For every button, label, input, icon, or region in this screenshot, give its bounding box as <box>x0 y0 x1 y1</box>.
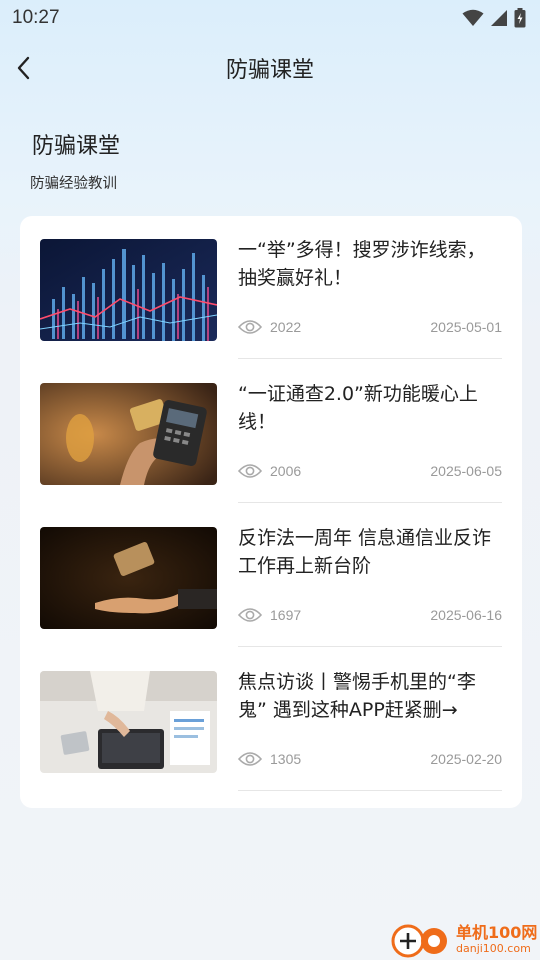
article-item[interactable]: 反诈法一周年 信息通信业反诈工作再上新台阶 1697 2025-06-16 <box>40 524 502 648</box>
divider <box>238 358 502 359</box>
article-meta: 1305 2025-02-20 <box>238 748 502 770</box>
eye-icon <box>238 608 262 622</box>
wifi-icon <box>462 9 484 26</box>
watermark-name: 单机100网 <box>456 922 538 942</box>
article-date: 2025-06-05 <box>430 463 502 479</box>
eye-icon <box>238 752 262 766</box>
nav-bar: 防骗课堂 <box>0 46 540 90</box>
divider <box>238 790 502 791</box>
eye-icon <box>238 464 262 478</box>
section-subtitle: 防骗经验教训 <box>30 176 117 192</box>
article-thumbnail <box>40 527 217 629</box>
view-count: 1305 <box>270 751 302 767</box>
status-time: 10:27 <box>12 7 60 28</box>
view-count: 2022 <box>270 319 302 335</box>
article-title: “一证通查2.0”新功能暖心上线！ <box>238 383 478 433</box>
back-button[interactable] <box>10 54 38 82</box>
page-title: 防骗课堂 <box>225 58 314 83</box>
watermark-url: danji100.com <box>456 941 531 955</box>
article-thumbnail <box>40 239 217 341</box>
section-title: 防骗课堂 <box>32 134 121 159</box>
article-date: 2025-06-16 <box>430 607 502 623</box>
article-title: 一“举”多得！搜罗涉诈线索，抽奖赢好礼！ <box>238 239 486 289</box>
article-date: 2025-05-01 <box>430 319 502 335</box>
battery-icon <box>514 8 526 28</box>
signal-icon <box>491 10 507 26</box>
section-header: 防骗课堂 防骗经验教训 <box>30 128 121 193</box>
article-thumbnail <box>40 671 217 773</box>
article-date: 2025-02-20 <box>430 751 502 767</box>
divider <box>238 646 502 647</box>
article-meta: 2022 2025-05-01 <box>238 316 502 338</box>
article-item[interactable]: “一证通查2.0”新功能暖心上线！ 2006 2025-06-05 <box>40 380 502 504</box>
status-bar: 10:27 <box>0 0 540 36</box>
chevron-left-icon <box>17 56 30 80</box>
article-item[interactable]: 一“举”多得！搜罗涉诈线索，抽奖赢好礼！ 2022 2025-05-01 <box>40 236 502 360</box>
eye-icon <box>238 320 262 334</box>
view-count: 2006 <box>270 463 302 479</box>
status-icons <box>462 8 526 28</box>
article-item[interactable]: 焦点访谈丨警惕手机里的“李鬼” 遇到这种APP赶紧删→ 1305 2025-02… <box>40 668 502 792</box>
view-count: 1697 <box>270 607 302 623</box>
article-title: 反诈法一周年 信息通信业反诈工作再上新台阶 <box>238 527 492 577</box>
article-meta: 2006 2025-06-05 <box>238 460 502 482</box>
divider <box>238 502 502 503</box>
logo-icon <box>391 924 447 958</box>
article-thumbnail <box>40 383 217 485</box>
article-title: 焦点访谈丨警惕手机里的“李鬼” 遇到这种APP赶紧删→ <box>238 671 476 721</box>
watermark-logo: 单机100网 danji100.com <box>390 918 540 960</box>
article-list-card: 一“举”多得！搜罗涉诈线索，抽奖赢好礼！ 2022 2025-05-01 “一证… <box>20 216 522 808</box>
article-meta: 1697 2025-06-16 <box>238 604 502 626</box>
